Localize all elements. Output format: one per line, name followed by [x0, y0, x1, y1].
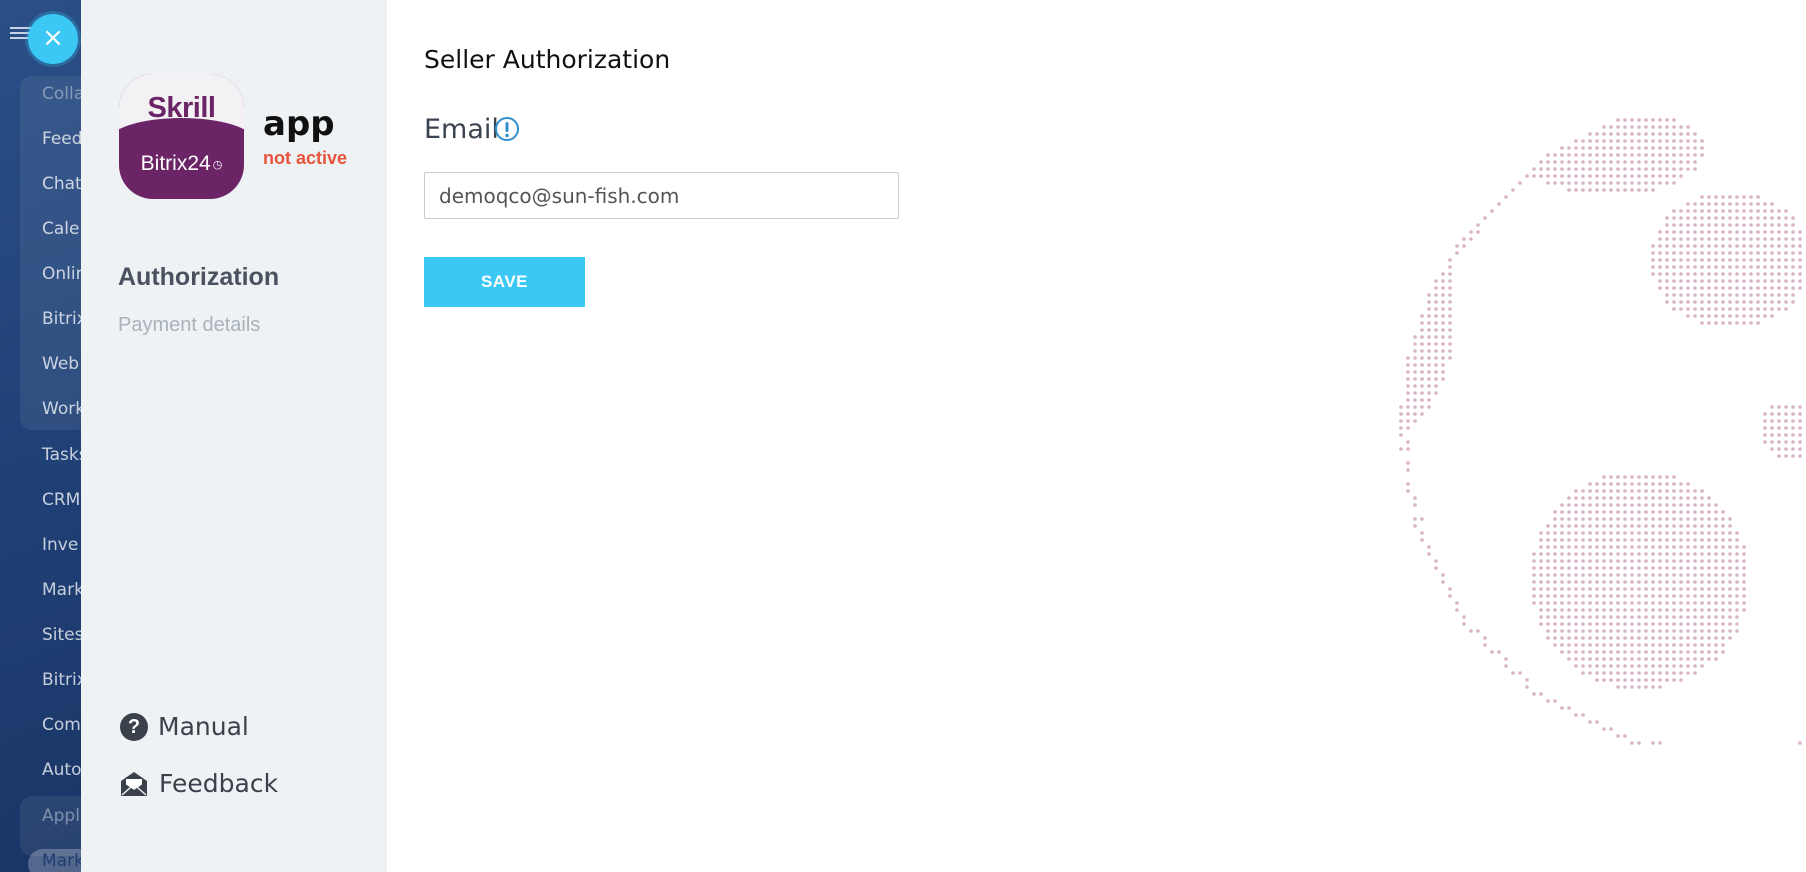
nav-item[interactable]: CRM	[42, 490, 80, 510]
app-name: app	[263, 104, 335, 144]
nav-item[interactable]: Com	[42, 715, 81, 735]
manual-link[interactable]: ? Manual	[120, 712, 249, 741]
close-icon: ×	[42, 23, 64, 53]
nav-item[interactable]: Inve	[42, 535, 78, 555]
page-title: Seller Authorization	[424, 45, 671, 74]
logo-skrill-text: Skrill	[147, 92, 216, 124]
nav-item[interactable]: Feed	[42, 129, 82, 149]
manual-label: Manual	[158, 712, 249, 741]
nav-item[interactable]: Web	[42, 354, 79, 374]
info-icon[interactable]	[494, 116, 520, 142]
email-field[interactable]	[424, 172, 899, 219]
app-logo: Skrill Bitrix24 ◷	[119, 74, 244, 199]
nav-item[interactable]: Sites	[42, 625, 82, 645]
save-button[interactable]: SAVE	[424, 257, 585, 307]
feedback-label: Feedback	[159, 769, 279, 798]
nav-item[interactable]: Bitrix	[42, 670, 82, 690]
nav-item[interactable]: Appl	[42, 806, 80, 826]
nav-item[interactable]: Work	[42, 399, 82, 419]
background-portal-nav: Colla Feed Chat Cale Onlin Bitrix Web Wo…	[0, 0, 82, 872]
app-sidebar: Skrill Bitrix24 ◷ app not active Authoriz…	[81, 0, 387, 872]
nav-item[interactable]: Bitrix	[42, 309, 82, 329]
close-button[interactable]: ×	[28, 14, 78, 64]
status-badge: not active	[263, 148, 348, 168]
envelope-icon	[121, 771, 147, 796]
nav-item[interactable]: Tasks	[42, 445, 82, 465]
sidebar-item-authorization[interactable]: Authorization	[118, 263, 279, 292]
feedback-link[interactable]: Feedback	[119, 769, 278, 798]
nav-item[interactable]: Cale	[42, 219, 79, 239]
sidebar-item-payment-details[interactable]: Payment details	[118, 314, 260, 337]
app-slider-panel: Skrill Bitrix24 ◷ app not active Authoriz…	[81, 0, 1806, 872]
nav-item[interactable]: Colla	[42, 84, 82, 104]
nav-item[interactable]: Mark	[42, 851, 82, 871]
logo-bitrix-text: Bitrix24 ◷	[140, 152, 223, 175]
nav-item[interactable]: Mark	[42, 580, 82, 600]
question-icon: ?	[120, 712, 148, 741]
nav-group-applications	[20, 796, 82, 856]
nav-item[interactable]: Auto	[42, 760, 81, 780]
nav-item[interactable]: Onlin	[42, 264, 82, 284]
email-label: Email	[424, 114, 499, 145]
nav-item[interactable]: Chat	[42, 174, 82, 194]
globe-illustration	[1399, 118, 1802, 745]
